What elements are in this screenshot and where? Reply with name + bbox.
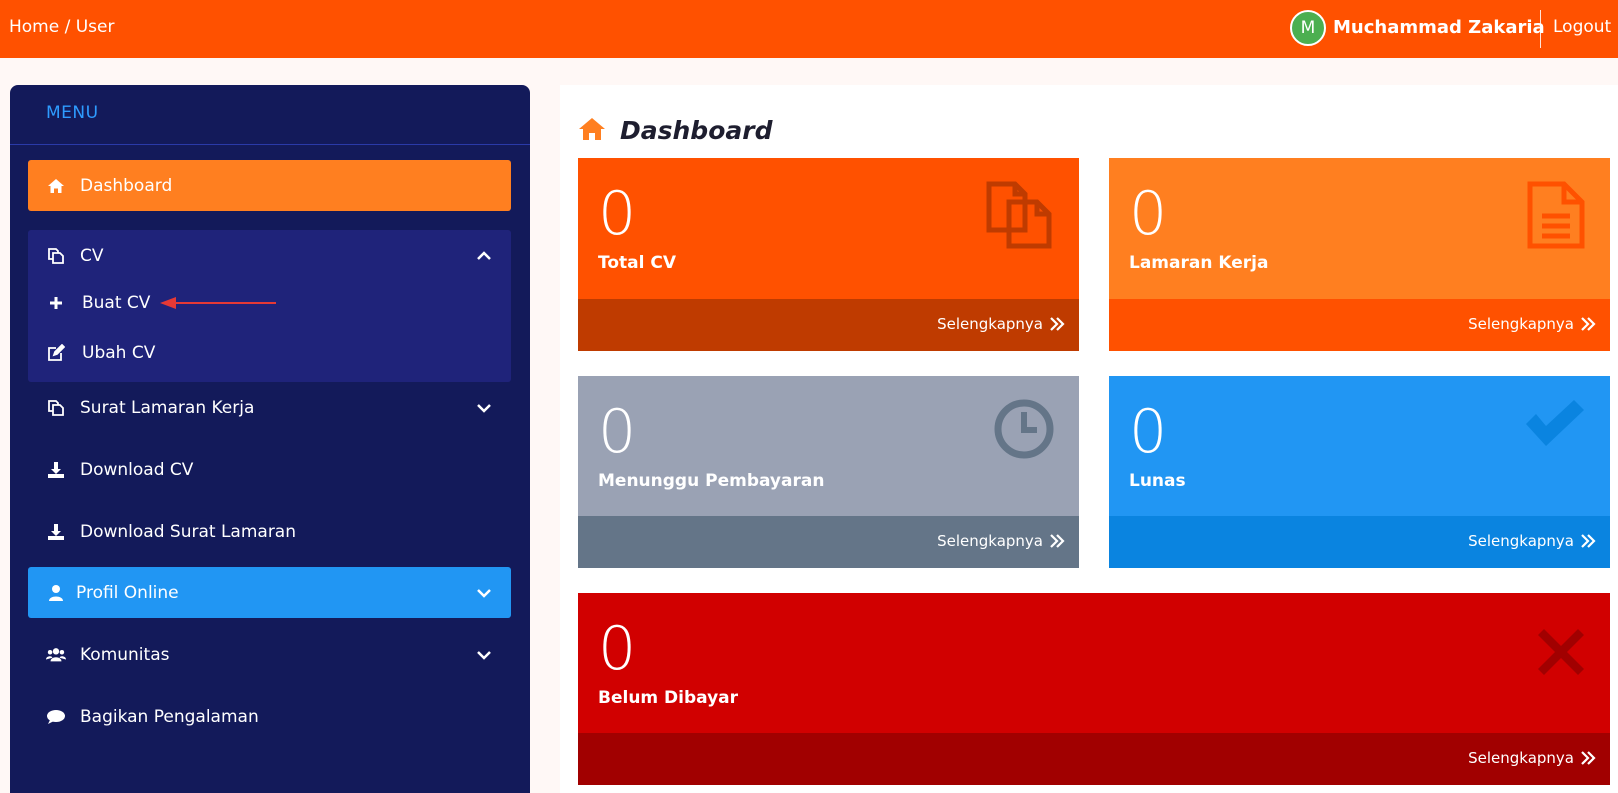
stat-card-total-cv: 0 Total CV Selengkapnya xyxy=(578,158,1079,351)
menu-title: MENU xyxy=(46,103,99,123)
card-label: Total CV xyxy=(598,253,676,273)
card-footer: Selengkapnya xyxy=(1109,516,1610,568)
sidebar-item-label: Bagikan Pengalaman xyxy=(80,706,259,727)
copy-icon xyxy=(46,398,66,418)
home-icon xyxy=(578,117,606,145)
copy-icon xyxy=(985,180,1055,254)
card-count: 0 xyxy=(598,397,637,467)
sidebar-item-download-cv[interactable]: Download CV xyxy=(28,444,511,495)
sidebar-item-dashboard[interactable]: Dashboard xyxy=(28,160,511,211)
home-icon xyxy=(46,176,66,196)
card-label: Lamaran Kerja xyxy=(1129,253,1269,273)
download-icon xyxy=(46,522,66,542)
avatar[interactable]: M xyxy=(1290,10,1326,46)
card-footer: Selengkapnya xyxy=(578,299,1079,351)
sidebar-item-surat-lamaran-kerja[interactable]: Surat Lamaran Kerja xyxy=(28,382,511,433)
user-icon xyxy=(46,583,66,603)
sidebar-item-bagikan-pengalaman[interactable]: Bagikan Pengalaman xyxy=(28,691,511,742)
sidebar-item-komunitas[interactable]: Komunitas xyxy=(28,629,511,680)
comment-icon xyxy=(46,707,66,727)
more-link[interactable]: Selengkapnya xyxy=(1468,532,1596,550)
stat-card-lunas: 0 Lunas Selengkapnya xyxy=(1109,376,1610,568)
page-title: Dashboard xyxy=(620,116,773,145)
more-link-label: Selengkapnya xyxy=(937,532,1043,550)
card-count: 0 xyxy=(598,179,637,249)
sidebar-item-download-surat-lamaran[interactable]: Download Surat Lamaran xyxy=(28,506,511,557)
users-icon xyxy=(46,645,66,665)
more-link[interactable]: Selengkapnya xyxy=(1468,315,1596,333)
sidebar-item-label: Download Surat Lamaran xyxy=(80,521,296,542)
sidebar-item-cv[interactable]: CV xyxy=(28,230,511,281)
top-bar: Home / User M Muchammad Zakaria Logout xyxy=(0,0,1618,58)
chevron-down-icon xyxy=(477,588,491,598)
chevron-down-icon xyxy=(477,650,491,660)
stat-card-belum-dibayar: 0 Belum Dibayar Selengkapnya xyxy=(578,593,1610,785)
more-link-label: Selengkapnya xyxy=(1468,749,1574,767)
card-footer: Selengkapnya xyxy=(578,733,1610,785)
double-chevron-right-icon xyxy=(1581,534,1596,548)
sidebar-item-label: Download CV xyxy=(80,459,194,480)
edit-icon xyxy=(46,343,66,363)
user-name[interactable]: Muchammad Zakaria xyxy=(1333,17,1545,38)
sidebar-item-label: CV xyxy=(80,245,104,266)
breadcrumb[interactable]: Home / User xyxy=(9,17,115,37)
more-link[interactable]: Selengkapnya xyxy=(937,315,1065,333)
topbar-divider xyxy=(1540,10,1541,48)
annotation-arrow xyxy=(160,297,276,309)
sidebar: MENU Dashboard CV Buat CV Ubah CV Surat … xyxy=(10,85,530,793)
card-count: 0 xyxy=(598,614,637,684)
sidebar-subitem-buat-cv[interactable]: Buat CV xyxy=(46,283,150,323)
card-footer: Selengkapnya xyxy=(1109,299,1610,351)
sidebar-item-profil-online[interactable]: Profil Online xyxy=(28,567,511,618)
more-link-label: Selengkapnya xyxy=(1468,532,1574,550)
more-link-label: Selengkapnya xyxy=(937,315,1043,333)
times-icon xyxy=(1536,627,1586,681)
sidebar-subitem-label: Buat CV xyxy=(82,293,151,313)
sidebar-item-label: Profil Online xyxy=(76,582,179,603)
card-label: Menunggu Pembayaran xyxy=(598,471,825,491)
card-label: Belum Dibayar xyxy=(598,688,739,708)
card-label: Lunas xyxy=(1129,471,1186,491)
more-link[interactable]: Selengkapnya xyxy=(937,532,1065,550)
clock-icon xyxy=(993,398,1055,464)
sidebar-subitem-ubah-cv[interactable]: Ubah CV xyxy=(46,333,155,373)
more-link-label: Selengkapnya xyxy=(1468,315,1574,333)
chevron-up-icon xyxy=(477,250,491,260)
more-link[interactable]: Selengkapnya xyxy=(1468,749,1596,767)
stat-card-menunggu-pembayaran: 0 Menunggu Pembayaran Selengkapnya xyxy=(578,376,1079,568)
logout-link[interactable]: Logout xyxy=(1553,17,1611,37)
check-icon xyxy=(1522,398,1586,454)
double-chevron-right-icon xyxy=(1581,317,1596,331)
copy-icon xyxy=(46,246,66,266)
sidebar-subitem-label: Ubah CV xyxy=(82,343,156,363)
sidebar-item-label: Komunitas xyxy=(80,644,170,665)
chevron-down-icon xyxy=(477,403,491,413)
download-icon xyxy=(46,460,66,480)
double-chevron-right-icon xyxy=(1581,751,1596,765)
menu-divider xyxy=(10,144,530,145)
stat-card-lamaran-kerja: 0 Lamaran Kerja Selengkapnya xyxy=(1109,158,1610,351)
plus-icon xyxy=(46,293,66,313)
sidebar-item-label: Dashboard xyxy=(80,175,173,196)
double-chevron-right-icon xyxy=(1050,534,1065,548)
card-footer: Selengkapnya xyxy=(578,516,1079,568)
file-text-icon xyxy=(1526,180,1586,254)
sidebar-item-label: Surat Lamaran Kerja xyxy=(80,397,255,418)
double-chevron-right-icon xyxy=(1050,317,1065,331)
card-count: 0 xyxy=(1129,397,1168,467)
card-count: 0 xyxy=(1129,179,1168,249)
